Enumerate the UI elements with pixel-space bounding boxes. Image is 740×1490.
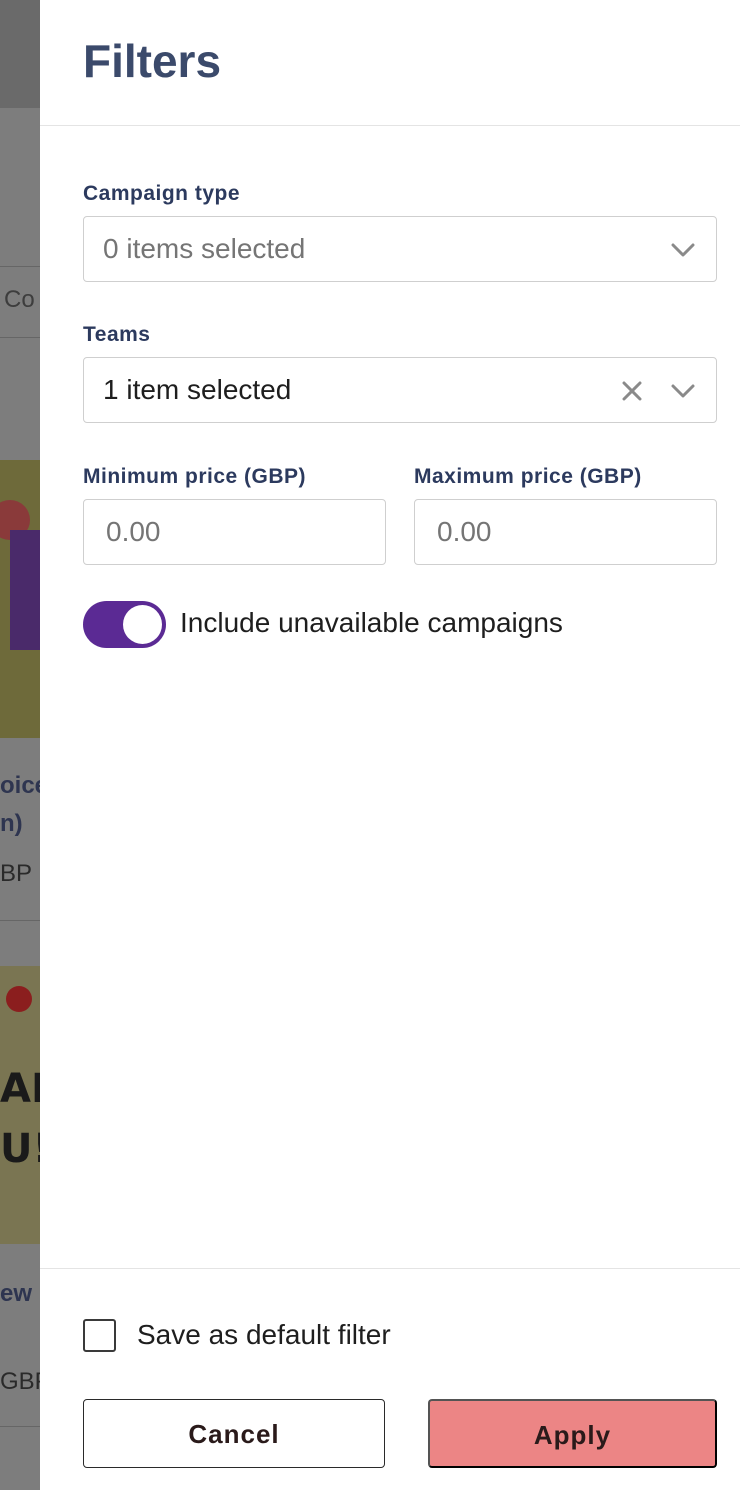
apply-button[interactable]: Apply: [428, 1399, 717, 1468]
background-divider: [0, 920, 40, 921]
background-text: AN: [0, 1066, 40, 1112]
background-text: BP: [0, 860, 33, 887]
background-text: n): [0, 810, 23, 837]
minimum-price-label: Minimum price (GBP): [83, 465, 307, 488]
background-image-card: AN U!: [0, 966, 40, 1244]
include-unavailable-label: Include unavailable campaigns: [180, 607, 563, 638]
close-icon[interactable]: [620, 379, 644, 403]
include-unavailable-toggle[interactable]: [83, 601, 166, 648]
campaign-type-select[interactable]: 0 items selected: [83, 216, 717, 282]
maximum-price-label: Maximum price (GBP): [414, 465, 642, 488]
background-text: Co: [4, 286, 35, 313]
background-page: Co oice n) BP AN U! ew GBP: [0, 0, 40, 1490]
background-text: U!: [0, 1126, 40, 1172]
drawer-footer: Save as default filter Cancel Apply: [40, 1268, 740, 1490]
minimum-price-input[interactable]: 0.00: [83, 499, 386, 565]
cancel-button[interactable]: Cancel: [83, 1399, 385, 1468]
teams-value: 1 item selected: [103, 374, 292, 405]
background-text: ew: [0, 1280, 33, 1307]
chevron-down-icon[interactable]: [670, 238, 696, 262]
background-text: oice: [0, 772, 40, 799]
save-default-label: Save as default filter: [137, 1319, 391, 1350]
campaign-type-label: Campaign type: [83, 182, 241, 205]
drawer-header: Filters: [40, 0, 740, 126]
background-divider: [0, 1426, 40, 1427]
chevron-down-icon[interactable]: [670, 379, 696, 403]
save-default-checkbox[interactable]: [83, 1319, 116, 1352]
background-text: GBP: [0, 1368, 40, 1395]
maximum-price-input[interactable]: 0.00: [414, 499, 717, 565]
campaign-type-value: 0 items selected: [103, 233, 306, 264]
drawer-title: Filters: [83, 35, 222, 87]
background-header: [0, 0, 40, 108]
toggle-knob: [123, 605, 162, 644]
background-image-card: [0, 460, 40, 738]
teams-label: Teams: [83, 323, 151, 346]
filters-drawer: Filters Campaign type 0 items selected T…: [40, 0, 740, 1490]
teams-select[interactable]: 1 item selected: [83, 357, 717, 423]
